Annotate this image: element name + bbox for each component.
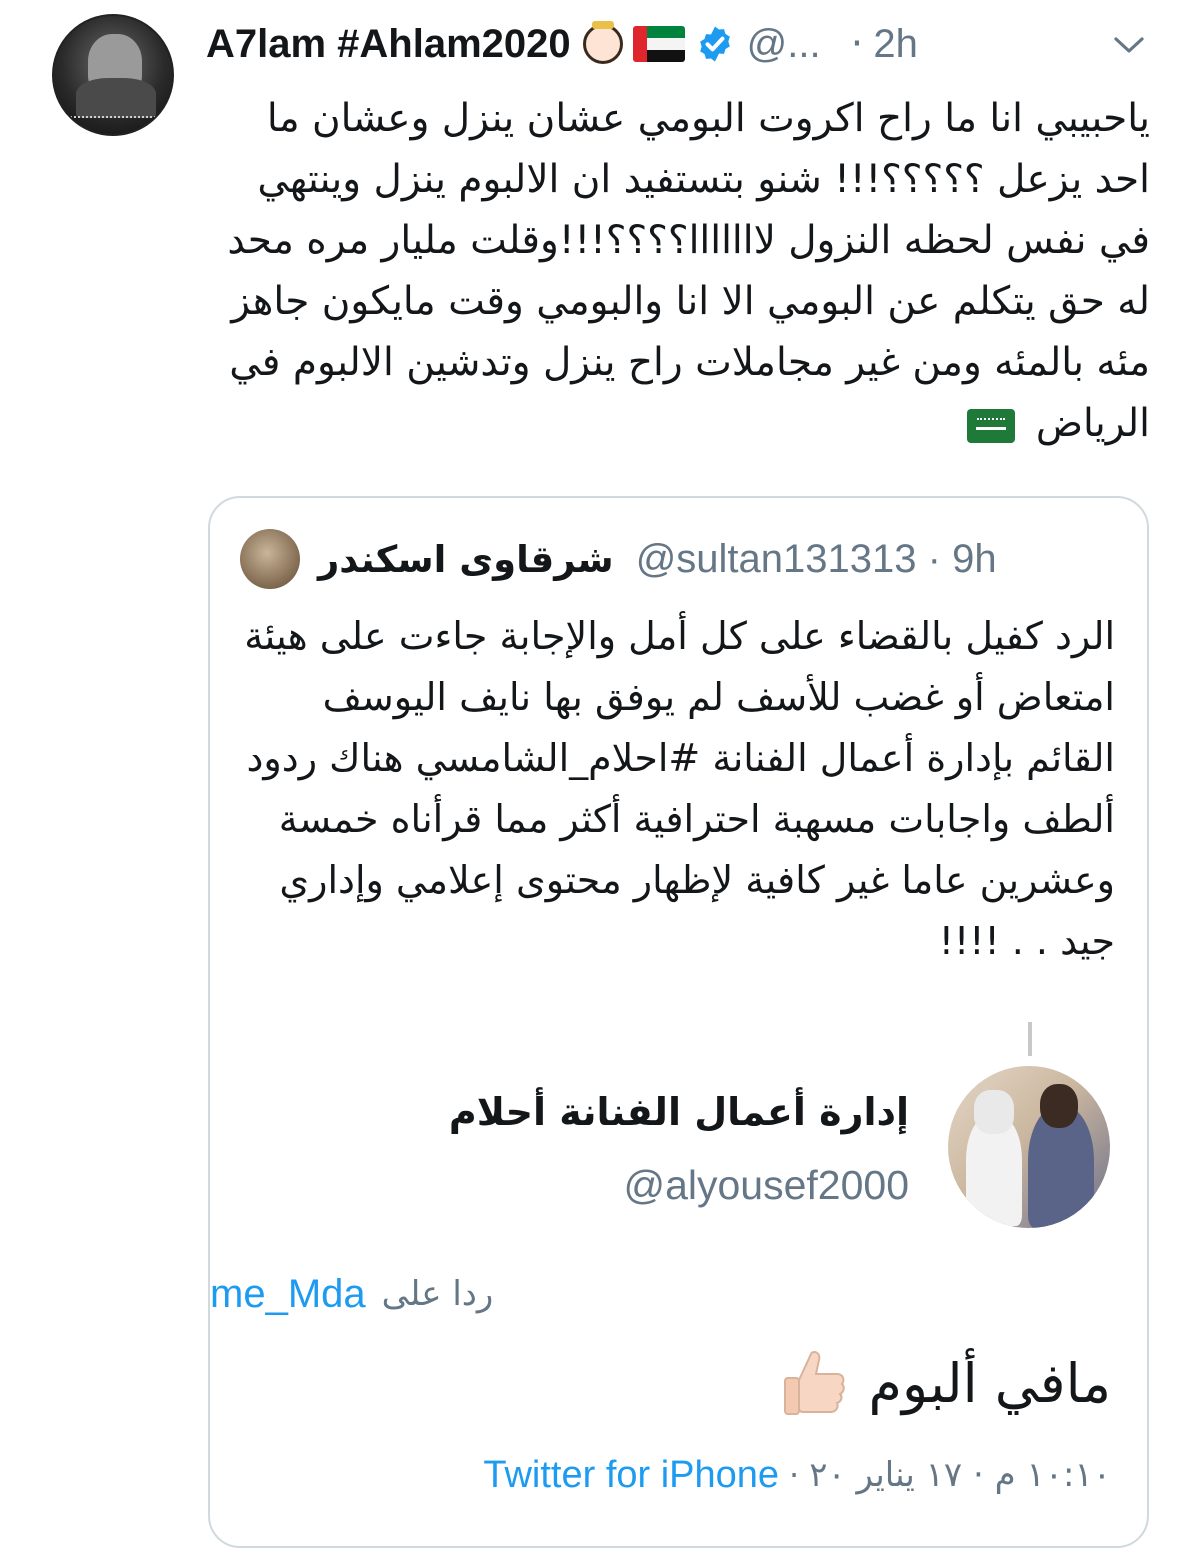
saudi-flag-icon xyxy=(967,408,1016,443)
thread-connector xyxy=(1028,1022,1032,1056)
reply-to-handle[interactable]: me_Mda xyxy=(210,1272,366,1317)
tweet-header: A7lam #Ahlam2020 @... · 2h xyxy=(206,14,918,74)
tweet-source-link[interactable]: Twitter for iPhone xyxy=(483,1454,779,1497)
reply-to-label: ردا على xyxy=(381,1274,494,1314)
author-avatar[interactable] xyxy=(52,14,174,136)
tweet-timestamp[interactable]: 2h xyxy=(873,22,918,67)
quoted-author-handle: @sultan131313 · 9h xyxy=(635,536,997,581)
uae-flag-icon xyxy=(632,26,685,62)
inner-author-avatar[interactable] xyxy=(948,1066,1110,1228)
inner-tweet: مافي ألبوم xyxy=(781,1338,1111,1428)
thumbs-up-icon xyxy=(783,1351,845,1415)
author-handle[interactable]: @... xyxy=(747,22,821,67)
avatar-man-head xyxy=(974,1090,1014,1134)
tweet-body: ياحبيبي انا ما راح اكروت البومي عشان ينز… xyxy=(200,88,1150,454)
tweet[interactable]: A7lam #Ahlam2020 @... · 2h ياحبيبي انا م… xyxy=(0,0,1200,1553)
verified-badge-icon xyxy=(699,26,730,62)
author-name[interactable]: A7lam #Ahlam2020 xyxy=(206,22,571,67)
inner-author-handle[interactable]: @alyousef2000 xyxy=(623,1162,909,1209)
quoted-tweet[interactable]: شرقاوى اسكندر @sultan131313 · 9h الرد كف… xyxy=(208,496,1149,1548)
tweet-meta: Twitter for iPhone · ١٠:١٠ م · ١٧ يناير … xyxy=(483,1450,1111,1500)
quoted-author-name[interactable]: شرقاوى اسكندر xyxy=(318,538,614,581)
inner-author-name[interactable]: إدارة أعمال الفنانة أحلام xyxy=(449,1090,909,1134)
meta-separator: · xyxy=(789,1456,800,1494)
tweet-text: ياحبيبي انا ما راح اكروت البومي عشان ينز… xyxy=(227,96,1150,446)
girl-emoji-icon xyxy=(582,21,623,64)
quoted-header: شرقاوى اسكندر @sultan131313 · 9h xyxy=(240,528,997,590)
chevron-down-icon[interactable] xyxy=(1112,30,1146,60)
reply-to: me_Mda ردا على xyxy=(210,1264,493,1324)
quoted-text: الرد كفيل بالقضاء على كل أمل والإجابة جا… xyxy=(244,614,1115,963)
quoted-avatar[interactable] xyxy=(240,529,300,589)
inner-tweet-text: مافي ألبوم xyxy=(868,1351,1111,1415)
tweet-date: ١٠:١٠ م · ١٧ يناير ٢٠ xyxy=(809,1455,1111,1495)
avatar-script xyxy=(70,106,160,118)
avatar-woman-head xyxy=(1040,1084,1078,1128)
header-separator: · xyxy=(850,21,864,67)
